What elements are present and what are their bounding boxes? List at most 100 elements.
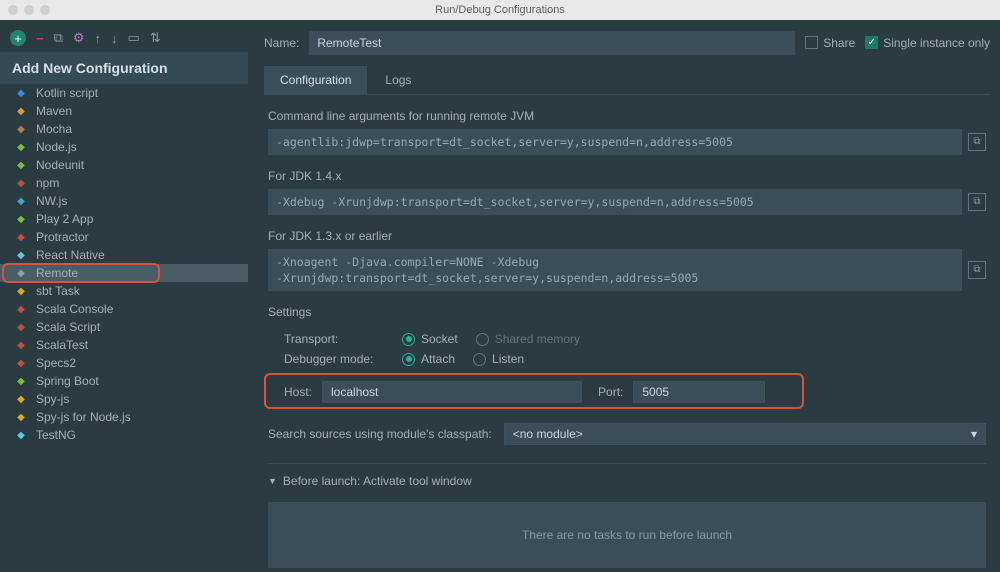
config-type-icon: ◆ — [14, 392, 28, 406]
config-type-item[interactable]: ◆ Node.js — [0, 138, 248, 156]
debugger-attach-radio[interactable]: Attach — [402, 352, 455, 366]
config-type-icon: ◆ — [14, 104, 28, 118]
window-traffic-lights — [8, 5, 50, 15]
config-type-item[interactable]: ◆Play 2 App — [0, 210, 248, 228]
right-panel: Name: Share ✓ Single instance only Confi… — [248, 20, 1000, 572]
config-type-item[interactable]: ◆ScalaTest — [0, 336, 248, 354]
config-type-item[interactable]: ◆Spring Boot — [0, 372, 248, 390]
config-type-item[interactable]: ◆ Spy-js for Node.js — [0, 408, 248, 426]
config-type-item[interactable]: ◆Spy-js — [0, 390, 248, 408]
config-type-label: React Native — [36, 248, 105, 262]
single-instance-checkbox[interactable]: ✓ Single instance only — [865, 36, 990, 50]
config-type-label: Mocha — [36, 122, 72, 136]
config-type-icon: ◆ — [14, 194, 28, 208]
module-classpath-select[interactable]: <no module> ▾ — [504, 423, 986, 445]
add-config-button[interactable]: + — [10, 30, 26, 46]
cmd-args-jdk14[interactable]: -Xdebug -Xrunjdwp:transport=dt_socket,se… — [268, 189, 962, 215]
port-input[interactable] — [633, 381, 765, 403]
panel-title: Add New Configuration — [0, 52, 248, 84]
config-type-label: Kotlin script — [36, 86, 98, 100]
copy-icon[interactable]: ⧉ — [968, 193, 986, 211]
config-type-item[interactable]: ◆ Kotlin script — [0, 84, 248, 102]
triangle-down-icon: ▼ — [268, 476, 277, 486]
chevron-down-icon: ▾ — [971, 427, 977, 441]
config-type-item[interactable]: ◆NW.js — [0, 192, 248, 210]
module-classpath-label: Search sources using module's classpath: — [268, 427, 492, 441]
tab-logs[interactable]: Logs — [369, 66, 427, 94]
config-type-icon: ◆ — [14, 140, 28, 154]
config-type-label: Node.js — [36, 140, 77, 154]
config-type-item[interactable]: ◆ Scala Script — [0, 318, 248, 336]
before-launch-toggle[interactable]: ▼ Before launch: Activate tool window — [268, 464, 986, 498]
settings-label: Settings — [268, 305, 986, 319]
config-type-label: Nodeunit — [36, 158, 84, 172]
config-type-item[interactable]: ◆ Protractor — [0, 228, 248, 246]
host-label: Host: — [284, 385, 312, 399]
config-type-icon: ◆ — [14, 212, 28, 226]
config-type-label: Maven — [36, 104, 72, 118]
config-type-icon: ◆ — [14, 302, 28, 316]
folder-icon[interactable]: ▭ — [128, 30, 140, 46]
copy-config-icon[interactable]: ⧉ — [54, 30, 63, 46]
share-label: Share — [823, 36, 855, 50]
cmd-args-main[interactable]: -agentlib:jdwp=transport=dt_socket,serve… — [268, 129, 962, 155]
window-titlebar: Run/Debug Configurations — [0, 0, 1000, 20]
transport-socket-radio[interactable]: Socket — [402, 332, 458, 346]
config-type-item[interactable]: ◆ Nodeunit — [0, 156, 248, 174]
config-type-icon: ◆ — [14, 356, 28, 370]
config-type-item[interactable]: ◆TestNG — [0, 426, 248, 444]
config-type-item[interactable]: ◆Specs2 — [0, 354, 248, 372]
config-type-item[interactable]: ◆sbt Task — [0, 282, 248, 300]
debugger-listen-radio[interactable]: Listen — [473, 352, 524, 366]
traffic-close-icon[interactable] — [8, 5, 18, 15]
cmd-args-jdk13[interactable]: -Xnoagent -Djava.compiler=NONE -Xdebug -… — [268, 249, 962, 291]
config-type-icon: ◆ — [14, 266, 28, 280]
remove-config-button[interactable]: − — [36, 31, 44, 46]
config-type-icon: ◆ — [14, 374, 28, 388]
config-type-item[interactable]: ◆ npm — [0, 174, 248, 192]
config-type-icon: ◆ — [14, 86, 28, 100]
config-type-icon: ◆ — [14, 158, 28, 172]
config-type-icon: ◆ — [14, 176, 28, 190]
traffic-max-icon[interactable] — [40, 5, 50, 15]
config-type-label: Spy-js for Node.js — [36, 410, 131, 424]
share-checkbox[interactable]: Share — [805, 36, 855, 50]
listen-label: Listen — [492, 352, 524, 366]
config-type-icon: ◆ — [14, 230, 28, 244]
shared-mem-label: Shared memory — [495, 332, 580, 346]
config-type-item[interactable]: ◆Scala Console — [0, 300, 248, 318]
radio-on-icon — [402, 333, 415, 346]
config-type-item[interactable]: ◆Mocha — [0, 120, 248, 138]
left-toolbar: + − ⧉ ⚙ ↑ ↓ ▭ ⇅ — [0, 26, 248, 52]
config-type-item[interactable]: ◆Remote — [0, 264, 248, 282]
config-type-label: Protractor — [36, 230, 89, 244]
copy-icon[interactable]: ⧉ — [968, 261, 986, 279]
traffic-min-icon[interactable] — [24, 5, 34, 15]
sort-icon[interactable]: ⇅ — [150, 30, 161, 46]
before-launch-label: Before launch: Activate tool window — [283, 474, 472, 488]
copy-icon[interactable]: ⧉ — [968, 133, 986, 151]
config-type-item[interactable]: ◆ Maven — [0, 102, 248, 120]
checkbox-checked-icon: ✓ — [865, 36, 878, 49]
config-type-icon: ◆ — [14, 410, 28, 424]
config-name-input[interactable] — [309, 31, 795, 55]
transport-shared-mem-radio[interactable]: Shared memory — [476, 332, 580, 346]
move-down-icon[interactable]: ↓ — [111, 31, 118, 46]
config-type-label: ScalaTest — [36, 338, 88, 352]
checkbox-icon — [805, 36, 818, 49]
debugger-mode-label: Debugger mode: — [284, 352, 384, 366]
settings-gear-icon[interactable]: ⚙ — [73, 30, 85, 46]
config-type-icon: ◆ — [14, 320, 28, 334]
radio-off-icon — [476, 333, 489, 346]
config-type-item[interactable]: ◆React Native — [0, 246, 248, 264]
config-type-label: Scala Script — [36, 320, 100, 334]
move-up-icon[interactable]: ↑ — [95, 31, 102, 46]
jdk14-label: For JDK 1.4.x — [268, 169, 986, 183]
config-type-label: TestNG — [36, 428, 76, 442]
config-type-list: ◆Kotlin script◆Maven◆Mocha◆Node.js◆Nodeu… — [0, 84, 248, 444]
left-panel: + − ⧉ ⚙ ↑ ↓ ▭ ⇅ Add New Configuration ◆ K… — [0, 20, 248, 572]
config-type-label: npm — [36, 176, 59, 190]
radio-on-icon — [402, 353, 415, 366]
tab-configuration[interactable]: Configuration — [264, 66, 367, 94]
host-input[interactable] — [322, 381, 582, 403]
